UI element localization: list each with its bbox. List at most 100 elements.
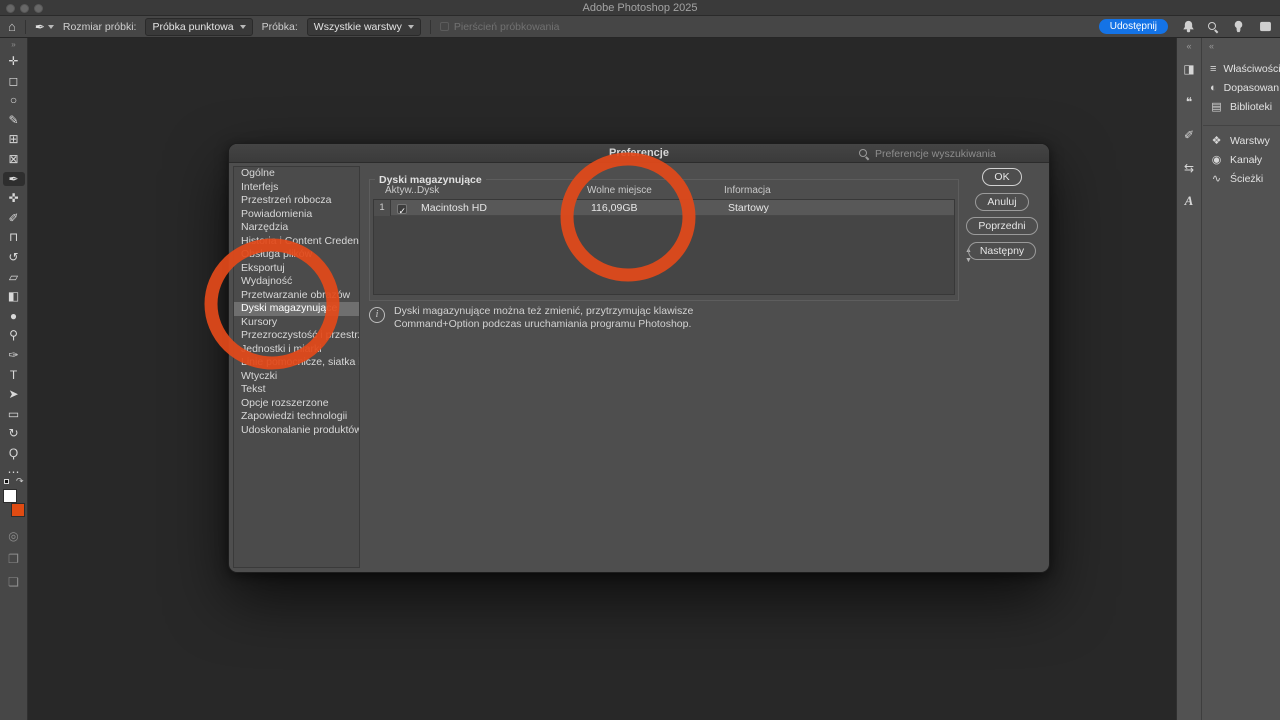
frame-tool[interactable]: ⊠ <box>3 152 25 166</box>
panel-dock: « ◨ ❝ ✐ ⇆ A « <box>1176 38 1280 720</box>
row-index: 1 <box>374 200 391 216</box>
disk-name: Macintosh HD <box>421 200 487 216</box>
note-line-2: Command+Option podczas uruchamiania prog… <box>394 318 693 331</box>
next-button[interactable]: Następny <box>968 242 1036 260</box>
tool-options-panel-icon[interactable]: ⇆ <box>1180 160 1198 176</box>
toolbar-collapse-icon[interactable]: » <box>11 40 15 50</box>
path-selection-tool[interactable]: ➤ <box>3 387 25 401</box>
rotate-view-tool[interactable]: ↻ <box>3 426 25 440</box>
eyedropper-tool[interactable]: ✒ <box>3 172 25 186</box>
panel-channels[interactable]: ◉ Kanały <box>1203 150 1280 169</box>
divider <box>25 20 26 34</box>
prefs-sidebar-item[interactable]: Udoskonalanie produktów <box>234 424 359 438</box>
panel-adjustments[interactable]: ◐ Dopasowan... <box>1203 78 1280 97</box>
prefs-sidebar-item[interactable]: Przezroczystość i przestrzeń kolorów <box>234 329 359 343</box>
screen-mode-button[interactable]: ❐ <box>3 552 25 566</box>
sample-label: Próbka: <box>262 21 298 33</box>
active-checkbox[interactable] <box>397 203 407 219</box>
prefs-sidebar-item[interactable]: Interfejs <box>234 181 359 195</box>
dock-collapse-icon[interactable]: « <box>1203 41 1280 53</box>
prefs-sidebar-item[interactable]: Opcje rozszerzone <box>234 397 359 411</box>
prefs-item-scratch-disks[interactable]: Dyski magazynujące <box>234 302 359 316</box>
brush-settings-panel-icon[interactable]: ✐ <box>1180 127 1198 143</box>
macos-titlebar: Adobe Photoshop 2025 <box>0 0 1280 16</box>
rectangle-tool[interactable]: ▭ <box>3 407 25 421</box>
preferences-search-field[interactable]: Preferencje wyszukiwania <box>859 146 1041 161</box>
app-title: Adobe Photoshop 2025 <box>0 2 1280 14</box>
swap-colors-icon[interactable]: ↷ <box>16 476 24 487</box>
dialog-buttons: OK Anuluj Poprzedni Następny <box>964 168 1040 260</box>
marquee-tool[interactable]: ◻ <box>3 74 25 88</box>
prefs-sidebar-item[interactable]: Obsługa plików <box>234 248 359 262</box>
workspace-switcher-icon[interactable] <box>1258 20 1272 34</box>
lasso-tool[interactable]: ○ <box>3 93 25 107</box>
prefs-sidebar-item[interactable]: Ogólne <box>234 167 359 181</box>
quick-mask-button[interactable]: ◎ <box>3 529 25 543</box>
free-space-value: 116,09GB <box>591 200 638 216</box>
color-panel-icon[interactable]: ◨ <box>1180 61 1198 77</box>
chevron-down-icon <box>408 25 414 29</box>
prefs-sidebar-item[interactable]: Eksportuj <box>234 262 359 276</box>
character-panel-icon[interactable]: A <box>1180 193 1198 209</box>
home-icon[interactable]: ⌂ <box>8 20 16 33</box>
column-info: Informacja <box>724 185 771 196</box>
notifications-bell-icon[interactable] <box>1181 20 1195 34</box>
search-icon <box>859 149 869 159</box>
blur-tool[interactable]: ● <box>3 309 25 323</box>
column-free-space: Wolne miejsce <box>587 185 652 196</box>
panel-icon-column: « ◨ ❝ ✐ ⇆ A <box>1177 38 1202 720</box>
prefs-sidebar-item[interactable]: Historia i Content Credentials <box>234 235 359 249</box>
search-placeholder: Preferencje wyszukiwania <box>875 148 996 160</box>
previous-button[interactable]: Poprzedni <box>966 217 1037 235</box>
prefs-sidebar-item[interactable]: Kursory <box>234 316 359 330</box>
prefs-sidebar-item[interactable]: Zapowiedzi technologii <box>234 410 359 424</box>
scratch-disk-table: 1 Macintosh HD 116,09GB Startowy <box>373 199 955 295</box>
background-color-swatch[interactable] <box>11 503 25 517</box>
clone-stamp-tool[interactable]: ⊓ <box>3 230 25 244</box>
prefs-sidebar-item[interactable]: Wtyczki <box>234 370 359 384</box>
panel-properties[interactable]: ≡ Właściwości <box>1203 59 1280 78</box>
prefs-sidebar-item[interactable]: Jednostki i miarki <box>234 343 359 357</box>
cancel-button[interactable]: Anuluj <box>975 193 1028 211</box>
zoom-tool[interactable]: Ϙ <box>3 446 25 460</box>
table-row[interactable]: 1 Macintosh HD 116,09GB Startowy <box>374 200 954 216</box>
prefs-sidebar-item[interactable]: Tekst <box>234 383 359 397</box>
crop-tool[interactable]: ⊞ <box>3 132 25 146</box>
prefs-sidebar-item[interactable]: Wydajność <box>234 275 359 289</box>
brush-tool[interactable]: ✐ <box>3 211 25 225</box>
ok-button[interactable]: OK <box>982 168 1021 186</box>
discover-lightbulb-icon[interactable] <box>1231 20 1245 34</box>
prefs-sidebar-item[interactable]: Przetwarzanie obrazów <box>234 289 359 303</box>
foreground-color-swatch[interactable] <box>3 489 17 503</box>
prefs-sidebar-item[interactable]: Linie pomocnicze, siatka i plasterki <box>234 356 359 370</box>
share-button[interactable]: Udostępnij <box>1099 19 1168 34</box>
panel-libraries[interactable]: ▤ Biblioteki <box>1203 97 1280 116</box>
prefs-sidebar-item[interactable]: Narzędzia <box>234 221 359 235</box>
preferences-category-list: Ogólne Interfejs Przestrzeń robocza Powi… <box>233 166 360 568</box>
move-tool[interactable]: ✛ <box>3 54 25 68</box>
dock-collapse-icon[interactable]: « <box>1186 41 1191 53</box>
dodge-tool[interactable]: ⚲ <box>3 328 25 342</box>
sample-size-select[interactable]: Próbka punktowa <box>145 18 252 36</box>
quick-selection-tool[interactable]: ✎ <box>3 113 25 127</box>
sample-layers-select[interactable]: Wszystkie warstwy <box>307 18 421 36</box>
panel-paths[interactable]: ∿ Ścieżki <box>1203 169 1280 188</box>
divider <box>430 20 431 34</box>
default-colors-icon[interactable] <box>4 479 9 484</box>
prefs-sidebar-item[interactable]: Powiadomienia <box>234 208 359 222</box>
history-brush-tool[interactable]: ↺ <box>3 250 25 264</box>
comments-panel-icon[interactable]: ❝ <box>1180 94 1198 110</box>
current-tool-dropdown[interactable]: ✒ <box>35 21 54 33</box>
type-tool[interactable]: T <box>3 368 25 382</box>
extras-button[interactable]: ❏ <box>3 575 25 589</box>
panel-layers[interactable]: ❖ Warstwy <box>1203 131 1280 150</box>
eraser-tool[interactable]: ▱ <box>3 270 25 284</box>
pen-tool[interactable]: ✑ <box>3 348 25 362</box>
prefs-sidebar-item[interactable]: Przestrzeń robocza <box>234 194 359 208</box>
table-header: Aktyw... Dysk Wolne miejsce Informacja <box>370 185 958 197</box>
gradient-tool[interactable]: ◧ <box>3 289 25 303</box>
panel-label-column: « ≡ Właściwości ◐ Dopasowan... ▤ Bibliot… <box>1203 38 1280 720</box>
search-icon[interactable] <box>1208 22 1218 32</box>
spot-healing-tool[interactable]: ✜ <box>3 191 25 205</box>
note-line-1: Dyski magazynujące można też zmienić, pr… <box>394 305 693 318</box>
